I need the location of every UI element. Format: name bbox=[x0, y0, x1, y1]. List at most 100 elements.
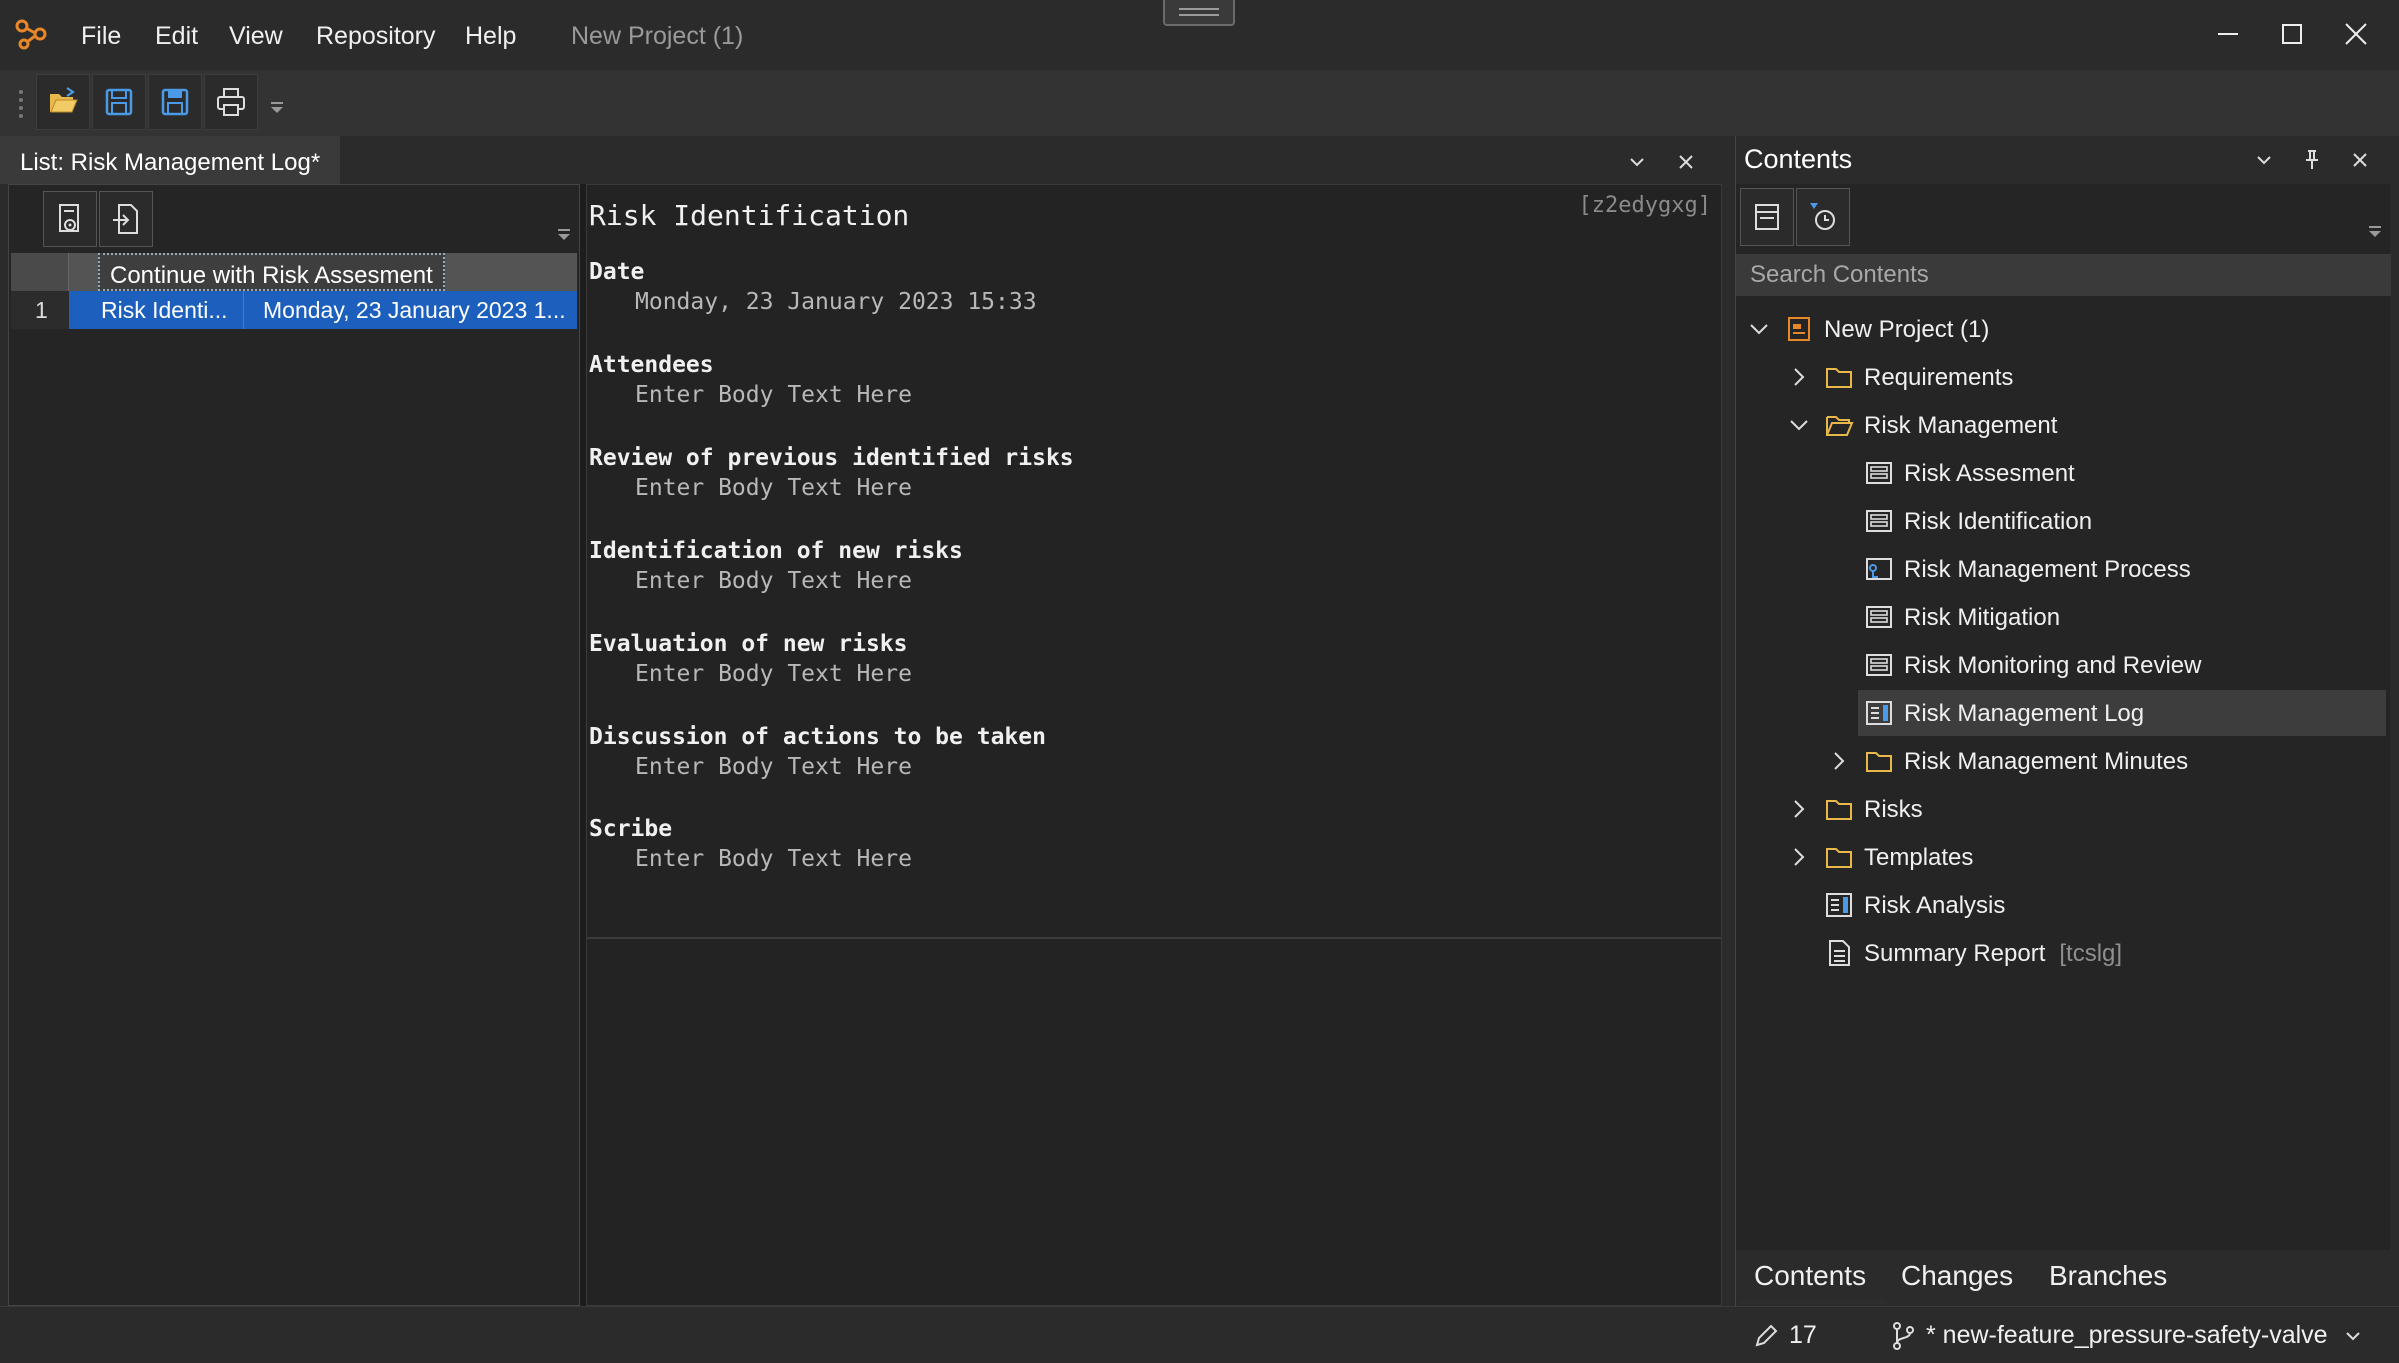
minimize-button[interactable] bbox=[2206, 14, 2250, 54]
folder-icon bbox=[1824, 363, 1854, 391]
table-row[interactable]: 1 Risk Identi... Monday, 23 January 2023… bbox=[11, 291, 577, 329]
cell-divider bbox=[243, 291, 244, 329]
form-icon bbox=[1864, 651, 1894, 679]
tree-item-label: Risk Monitoring and Review bbox=[1904, 652, 2202, 679]
history-filter-icon bbox=[1797, 201, 1849, 233]
print-icon bbox=[205, 86, 257, 118]
pin-icon[interactable] bbox=[2298, 146, 2326, 174]
tree-item[interactable]: Risk Monitoring and Review bbox=[1736, 642, 2391, 688]
history-filter-button[interactable] bbox=[1796, 188, 1850, 246]
branch-selector[interactable]: * new-feature_pressure-safety-valve bbox=[1890, 1321, 2363, 1351]
section-body[interactable]: Enter Body Text Here bbox=[635, 754, 912, 780]
chevron-right-icon[interactable] bbox=[1788, 366, 1810, 388]
tab-branches[interactable]: Branches bbox=[2049, 1260, 2167, 1292]
status-bar: 17 * new-feature_pressure-safety-valve bbox=[0, 1306, 2399, 1363]
chevron-right-icon[interactable] bbox=[1788, 798, 1810, 820]
process-icon bbox=[1864, 555, 1894, 583]
list-overflow-icon[interactable] bbox=[555, 227, 573, 243]
tree-item[interactable]: Templates bbox=[1736, 834, 2391, 880]
app-logo-icon bbox=[14, 17, 48, 51]
menu-edit[interactable]: Edit bbox=[155, 22, 198, 51]
bottom-tab-bar: Contents Changes Branches bbox=[1736, 1250, 2391, 1306]
tree-item[interactable]: Risk Mitigation bbox=[1736, 594, 2391, 640]
chevron-right-icon[interactable] bbox=[1788, 846, 1810, 868]
section-title: Attendees bbox=[589, 352, 714, 378]
maximize-button[interactable] bbox=[2270, 14, 2314, 54]
section-body[interactable]: Enter Body Text Here bbox=[635, 846, 912, 872]
branch-name: * new-feature_pressure-safety-valve bbox=[1926, 1321, 2328, 1349]
toolbar-grip-icon[interactable] bbox=[18, 88, 24, 122]
close-window-button[interactable] bbox=[2334, 14, 2378, 54]
section-body[interactable]: Enter Body Text Here bbox=[635, 382, 912, 408]
contents-toolbar bbox=[1736, 184, 2391, 254]
contents-panel: Contents New Project (1) Requirements Risk… bbox=[1735, 136, 2391, 1306]
menu-file[interactable]: File bbox=[81, 22, 121, 51]
list-settings-button[interactable] bbox=[43, 191, 97, 247]
search-contents-input[interactable] bbox=[1736, 254, 2391, 296]
chevron-down-icon[interactable] bbox=[1623, 148, 1651, 176]
open-folder-icon bbox=[1824, 411, 1854, 439]
menu-view[interactable]: View bbox=[229, 22, 283, 51]
tree-item-label: Risk Management Log bbox=[1904, 700, 2145, 727]
tree-item[interactable]: Risk Management Minutes bbox=[1736, 738, 2391, 784]
tab-contents[interactable]: Contents bbox=[1754, 1260, 1866, 1292]
tree-item[interactable]: Risks bbox=[1736, 786, 2391, 832]
print-button[interactable] bbox=[204, 74, 258, 130]
toolbar-overflow-icon[interactable] bbox=[268, 100, 286, 116]
edit-count: 17 bbox=[1789, 1321, 1817, 1349]
form-icon bbox=[1864, 603, 1894, 631]
save-all-button[interactable] bbox=[148, 74, 202, 130]
chevron-down-icon[interactable] bbox=[1748, 318, 1770, 340]
divider bbox=[587, 937, 1721, 939]
menu-repository[interactable]: Repository bbox=[316, 22, 436, 51]
folder-icon bbox=[1864, 747, 1894, 775]
section-body[interactable]: Monday, 23 January 2023 15:33 bbox=[635, 289, 1037, 315]
tree-item[interactable]: Risk Management bbox=[1736, 402, 2391, 448]
chevron-down-icon[interactable] bbox=[1788, 414, 1810, 436]
save-icon bbox=[93, 86, 145, 118]
tree-item-label: Templates bbox=[1864, 844, 1974, 871]
tree-item[interactable]: Risk Management Log bbox=[1736, 690, 2391, 736]
title-bar: File Edit View Repository Help New Proje… bbox=[0, 0, 2399, 70]
tree-item[interactable]: Risk Management Process bbox=[1736, 546, 2391, 592]
main-toolbar bbox=[0, 70, 2399, 136]
section-body[interactable]: Enter Body Text Here bbox=[635, 568, 912, 594]
open-button[interactable] bbox=[36, 74, 90, 130]
close-icon[interactable] bbox=[2346, 146, 2374, 174]
document-heading: Risk Identification bbox=[589, 199, 910, 232]
contents-tree: New Project (1) Requirements Risk Manageme… bbox=[1736, 306, 2391, 1026]
tree-item-label: Risk Mitigation bbox=[1904, 604, 2061, 631]
collapse-all-icon bbox=[1741, 201, 1793, 233]
import-button[interactable] bbox=[99, 191, 153, 247]
tab-risk-management-log[interactable]: List: Risk Management Log* bbox=[0, 136, 341, 184]
tree-item-id: [tcslg] bbox=[2059, 940, 2123, 967]
section-title: Discussion of actions to be taken bbox=[589, 724, 1046, 750]
contents-overflow-icon[interactable] bbox=[2366, 224, 2384, 240]
section-title: Identification of new risks bbox=[589, 538, 963, 564]
tree-item-text: Summary Report [tcslg] bbox=[1864, 940, 2122, 968]
collapse-all-button[interactable] bbox=[1740, 188, 1794, 246]
form-icon bbox=[1864, 507, 1894, 535]
save-button[interactable] bbox=[92, 74, 146, 130]
tree-item[interactable]: Risk Analysis bbox=[1736, 882, 2391, 928]
row-name-cell[interactable]: Risk Identi... bbox=[101, 297, 236, 324]
row-date-cell[interactable]: Monday, 23 January 2023 1... bbox=[263, 297, 573, 324]
tree-item[interactable]: Summary Report [tcslg] bbox=[1736, 930, 2391, 976]
menu-help[interactable]: Help bbox=[465, 22, 516, 51]
tree-item[interactable]: Risk Assesment bbox=[1736, 450, 2391, 496]
section-body[interactable]: Enter Body Text Here bbox=[635, 661, 912, 687]
chevron-right-icon[interactable] bbox=[1828, 750, 1850, 772]
list-panel: Continue with Risk Assesment 1 Risk Iden… bbox=[8, 184, 580, 1306]
close-tab-icon[interactable] bbox=[1672, 148, 1700, 176]
chevron-down-icon[interactable] bbox=[2250, 146, 2278, 174]
edit-count-status[interactable]: 17 bbox=[1753, 1321, 1817, 1350]
tooltip: Continue with Risk Assesment bbox=[98, 253, 445, 291]
section-title: Scribe bbox=[589, 816, 673, 842]
section-body[interactable]: Enter Body Text Here bbox=[635, 475, 912, 501]
tree-item[interactable]: New Project (1) bbox=[1736, 306, 2391, 352]
tree-item[interactable]: Requirements bbox=[1736, 354, 2391, 400]
import-icon bbox=[100, 203, 152, 235]
tab-changes[interactable]: Changes bbox=[1901, 1260, 2013, 1292]
drag-handle[interactable] bbox=[1163, 0, 1235, 26]
tree-item[interactable]: Risk Identification bbox=[1736, 498, 2391, 544]
